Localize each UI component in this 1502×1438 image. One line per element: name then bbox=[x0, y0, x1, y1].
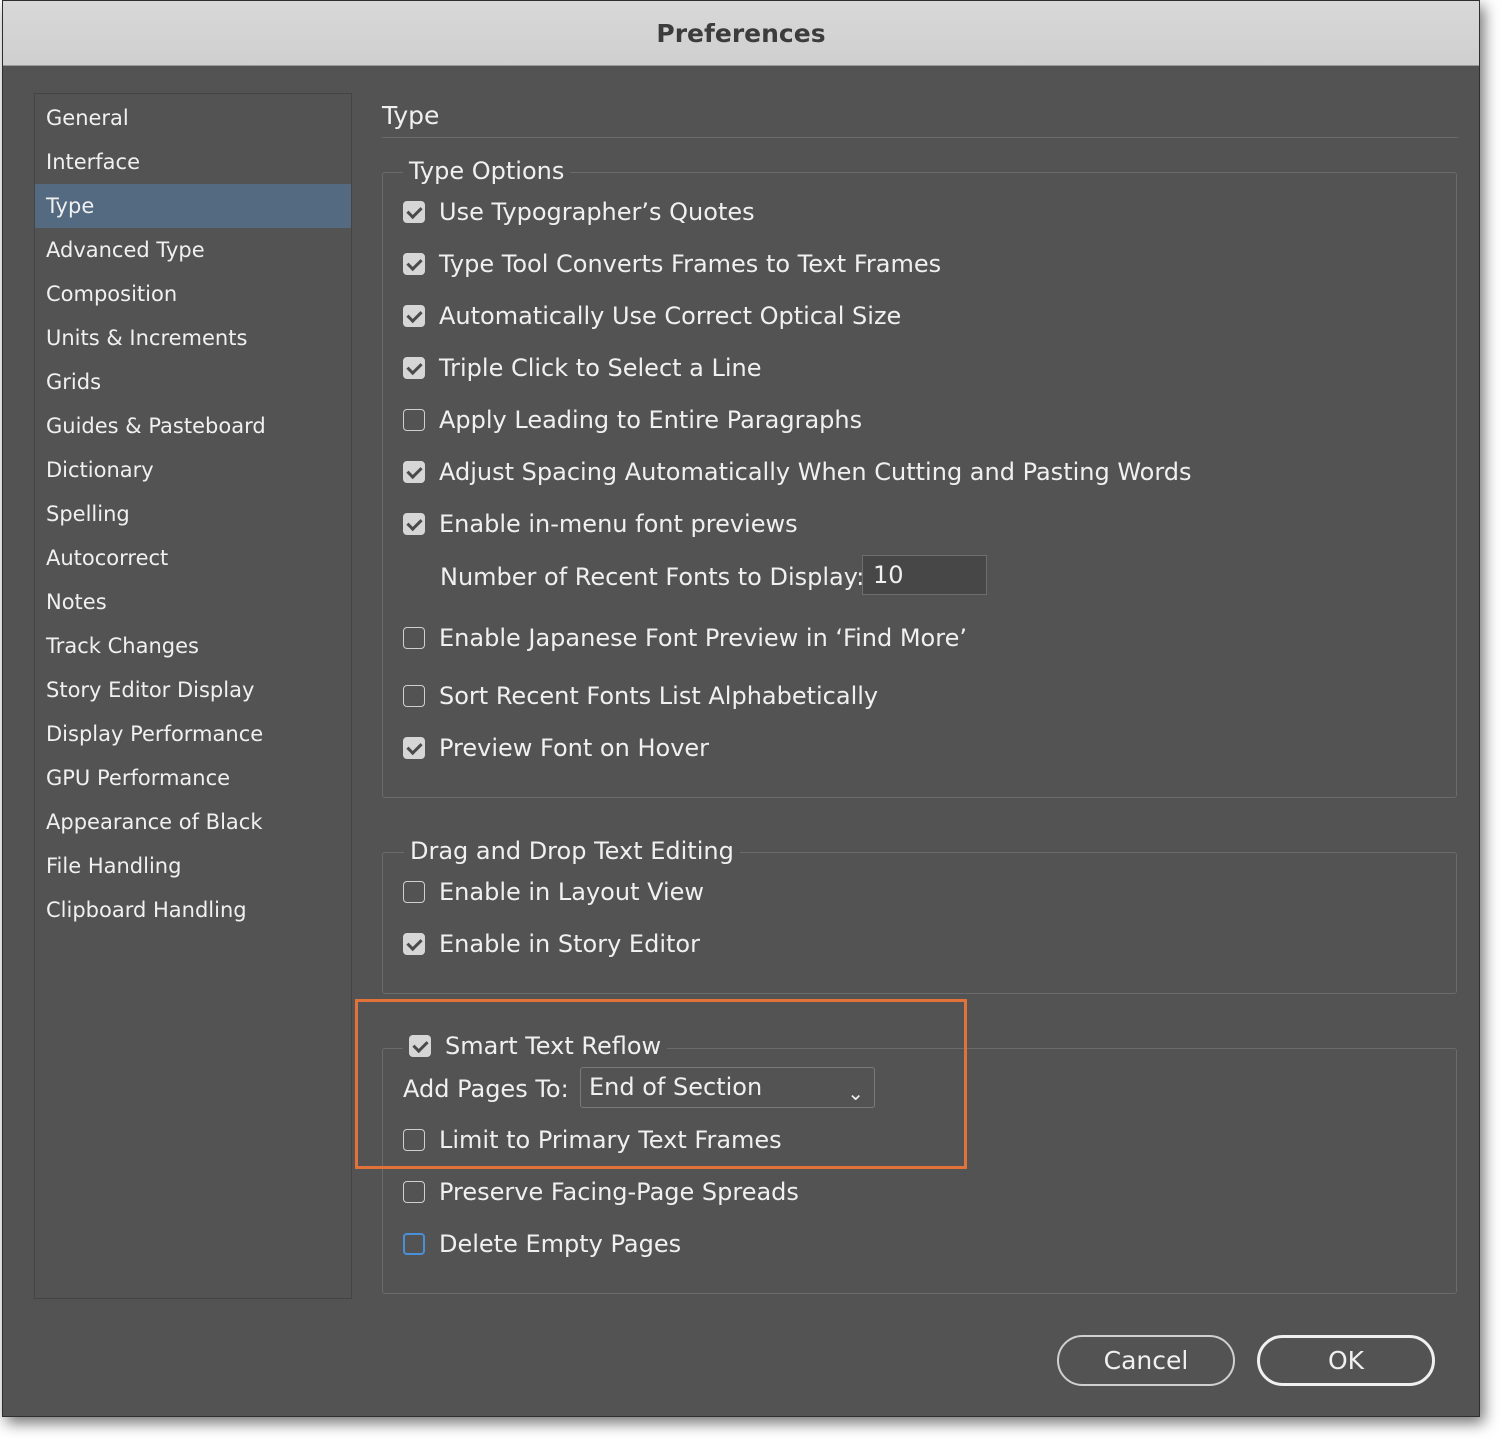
sidebar-item-gpu-performance[interactable]: GPU Performance bbox=[35, 756, 351, 800]
sidebar-item-dictionary[interactable]: Dictionary bbox=[35, 448, 351, 492]
sidebar-item-display-performance[interactable]: Display Performance bbox=[35, 712, 351, 756]
option-sort-recent-fonts-list-alphabetically[interactable]: Sort Recent Fonts List Alphabetically bbox=[403, 678, 878, 714]
checkbox[interactable] bbox=[403, 461, 425, 483]
sidebar-item-guides-pasteboard[interactable]: Guides & Pasteboard bbox=[35, 404, 351, 448]
option-triple-click-to-select-a-line[interactable]: Triple Click to Select a Line bbox=[403, 350, 762, 386]
ok-button[interactable]: OK bbox=[1257, 1335, 1435, 1386]
option-label: Triple Click to Select a Line bbox=[439, 354, 762, 382]
sidebar-item-notes[interactable]: Notes bbox=[35, 580, 351, 624]
option-label: Delete Empty Pages bbox=[439, 1230, 682, 1258]
sidebar-item-advanced-type[interactable]: Advanced Type bbox=[35, 228, 351, 272]
option-enable-in-layout-view[interactable]: Enable in Layout View bbox=[403, 874, 704, 910]
option-automatically-use-correct-optical-size[interactable]: Automatically Use Correct Optical Size bbox=[403, 298, 901, 334]
sidebar-item-track-changes[interactable]: Track Changes bbox=[35, 624, 351, 668]
checkbox[interactable] bbox=[403, 1129, 425, 1151]
cancel-button[interactable]: Cancel bbox=[1057, 1335, 1235, 1386]
checkbox[interactable] bbox=[403, 881, 425, 903]
category-sidebar: General Interface Type Advanced Type Composi… bbox=[34, 93, 352, 1299]
sidebar-item-autocorrect[interactable]: Autocorrect bbox=[35, 536, 351, 580]
add-pages-label-text: Add Pages To: bbox=[403, 1075, 569, 1103]
type-options-legend: Type Options bbox=[403, 156, 571, 186]
checkbox[interactable] bbox=[403, 409, 425, 431]
sidebar-item-story-editor-display[interactable]: Story Editor Display bbox=[35, 668, 351, 712]
option-label: Sort Recent Fonts List Alphabetically bbox=[439, 682, 879, 710]
section-title: Type bbox=[382, 101, 440, 130]
sidebar-item-general[interactable]: General bbox=[35, 96, 351, 140]
option-use-typographer-s-quotes[interactable]: Use Typographer’s Quotes bbox=[403, 194, 755, 230]
option-limit-to-primary-text-frames[interactable]: Limit to Primary Text Frames bbox=[403, 1122, 782, 1158]
sidebar-item-spelling[interactable]: Spelling bbox=[35, 492, 351, 536]
sidebar-item-composition[interactable]: Composition bbox=[35, 272, 351, 316]
dialog-title: Preferences bbox=[656, 18, 826, 48]
option-label: Use Typographer’s Quotes bbox=[439, 198, 755, 226]
preferences-dialog: Preferences General Interface Type Advanced… bbox=[2, 0, 1480, 1417]
option-label: Enable in Story Editor bbox=[439, 930, 700, 958]
checkbox[interactable] bbox=[403, 1233, 425, 1255]
option-label: Type Tool Converts Frames to Text Frames bbox=[439, 250, 942, 278]
checkbox[interactable] bbox=[403, 685, 425, 707]
add-pages-select[interactable]: End of Section ⌄ bbox=[580, 1067, 875, 1108]
checkbox[interactable] bbox=[403, 1181, 425, 1203]
option-label: Apply Leading to Entire Paragraphs bbox=[439, 406, 863, 434]
chevron-down-icon: ⌄ bbox=[847, 1081, 864, 1105]
option-label: Enable in-menu font previews bbox=[439, 510, 798, 538]
option-enable-in-story-editor[interactable]: Enable in Story Editor bbox=[403, 926, 700, 962]
option-label: Enable Japanese Font Preview in ‘Find Mo… bbox=[439, 624, 967, 652]
option-adjust-spacing-automatically-when-cutting-and-pasting-words[interactable]: Adjust Spacing Automatically When Cuttin… bbox=[403, 454, 1192, 490]
sidebar-item-file-handling[interactable]: File Handling bbox=[35, 844, 351, 888]
section-divider bbox=[382, 137, 1458, 138]
smart-reflow-legend[interactable]: Smart Text Reflow bbox=[403, 1031, 668, 1061]
smart-reflow-checkbox[interactable] bbox=[409, 1035, 431, 1057]
recent-fonts-label-text: Number of Recent Fonts to Display: bbox=[440, 563, 865, 591]
option-preview-font-on-hover[interactable]: Preview Font on Hover bbox=[403, 730, 709, 766]
sidebar-item-grids[interactable]: Grids bbox=[35, 360, 351, 404]
option-enable-japanese-font-preview-in-find-more[interactable]: Enable Japanese Font Preview in ‘Find Mo… bbox=[403, 620, 967, 656]
title-bar[interactable]: Preferences bbox=[3, 1, 1479, 66]
option-label: Enable in Layout View bbox=[439, 878, 705, 906]
option-enable-in-menu-font-previews[interactable]: Enable in-menu font previews bbox=[403, 506, 798, 542]
option-type-tool-converts-frames-to-text-frames[interactable]: Type Tool Converts Frames to Text Frames bbox=[403, 246, 941, 282]
recent-fonts-input[interactable]: 10 bbox=[862, 555, 987, 595]
option-label: Automatically Use Correct Optical Size bbox=[439, 302, 902, 330]
sidebar-item-units-increments[interactable]: Units & Increments bbox=[35, 316, 351, 360]
smart-reflow-label: Smart Text Reflow bbox=[445, 1032, 662, 1060]
option-label: Preserve Facing-Page Spreads bbox=[439, 1178, 799, 1206]
sidebar-item-appearance-of-black[interactable]: Appearance of Black bbox=[35, 800, 351, 844]
checkbox[interactable] bbox=[403, 201, 425, 223]
checkbox[interactable] bbox=[403, 933, 425, 955]
add-pages-label: Add Pages To: bbox=[403, 1071, 569, 1107]
option-delete-empty-pages[interactable]: Delete Empty Pages bbox=[403, 1226, 681, 1262]
sidebar-item-type[interactable]: Type bbox=[35, 184, 351, 228]
sidebar-item-interface[interactable]: Interface bbox=[35, 140, 351, 184]
option-label: Limit to Primary Text Frames bbox=[439, 1126, 782, 1154]
add-pages-value: End of Section bbox=[589, 1073, 763, 1101]
drag-drop-legend: Drag and Drop Text Editing bbox=[404, 836, 740, 866]
checkbox[interactable] bbox=[403, 253, 425, 275]
recent-fonts-label: Number of Recent Fonts to Display: bbox=[440, 559, 864, 595]
checkbox[interactable] bbox=[403, 627, 425, 649]
checkbox[interactable] bbox=[403, 305, 425, 327]
option-label: Preview Font on Hover bbox=[439, 734, 710, 762]
sidebar-item-clipboard-handling[interactable]: Clipboard Handling bbox=[35, 888, 351, 932]
option-apply-leading-to-entire-paragraphs[interactable]: Apply Leading to Entire Paragraphs bbox=[403, 402, 862, 438]
checkbox[interactable] bbox=[403, 513, 425, 535]
option-label: Adjust Spacing Automatically When Cuttin… bbox=[439, 458, 1192, 486]
checkbox[interactable] bbox=[403, 737, 425, 759]
checkbox[interactable] bbox=[403, 357, 425, 379]
option-preserve-facing-page-spreads[interactable]: Preserve Facing-Page Spreads bbox=[403, 1174, 799, 1210]
